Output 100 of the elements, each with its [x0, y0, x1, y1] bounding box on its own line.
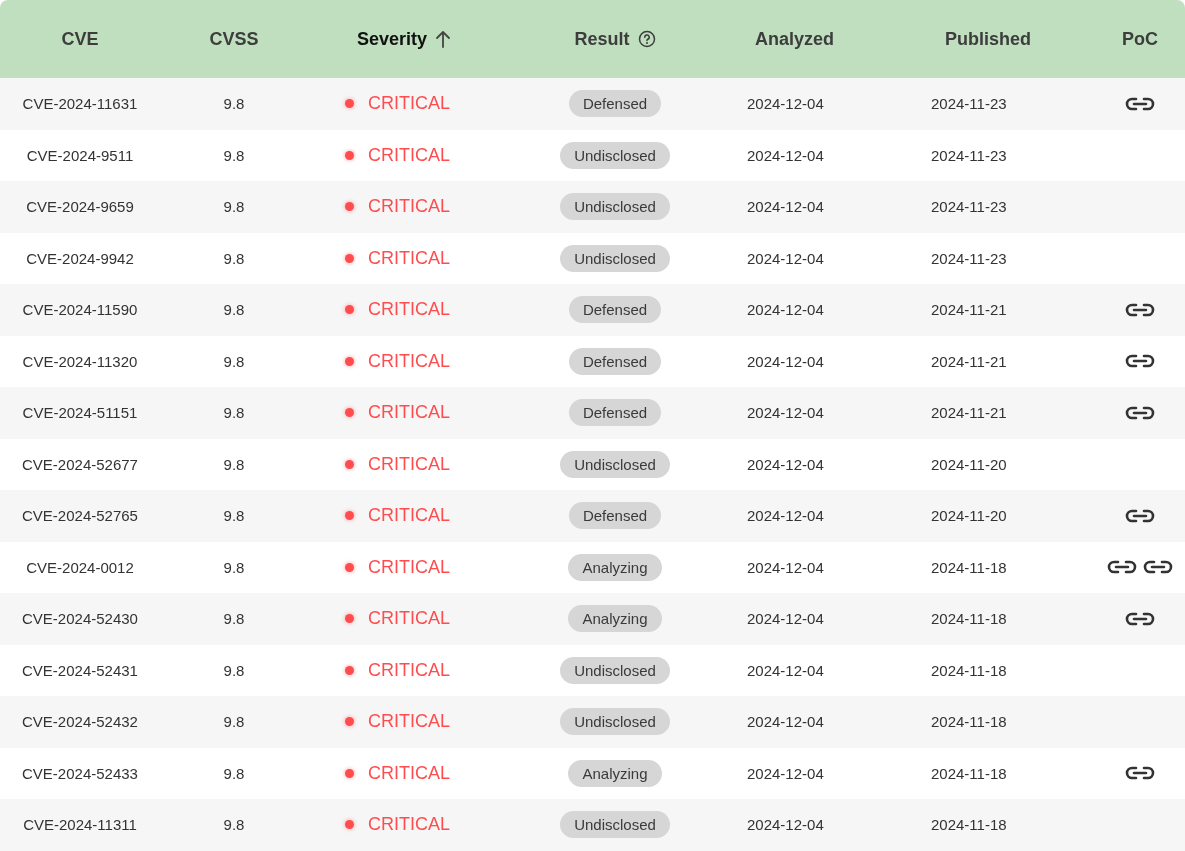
published-date: 2024-11-23: [931, 249, 1007, 267]
cve-id: CVE-2024-9659: [26, 198, 134, 216]
analyzed-date: 2024-12-04: [747, 713, 824, 731]
published-date: 2024-11-23: [931, 146, 1007, 164]
cvss-score: 9.8: [223, 198, 245, 216]
link-icon[interactable]: [1124, 610, 1156, 627]
severity-label: CRITICAL: [368, 453, 450, 475]
severity-dot: [345, 511, 354, 521]
result-tag: Undisclosed: [560, 656, 670, 684]
severity-dot: [345, 717, 354, 727]
cvss-score: 9.8: [223, 507, 245, 525]
column-header[interactable]: Analyzed: [755, 28, 835, 50]
link-icon[interactable]: [1124, 353, 1156, 370]
analyzed-date: 2024-12-04: [747, 352, 824, 370]
result-tag: Undisclosed: [560, 193, 670, 221]
severity-dot: [345, 820, 354, 830]
severity-label: CRITICAL: [368, 659, 450, 681]
result-tag: Defensed: [568, 399, 662, 427]
analyzed-date: 2024-12-04: [747, 455, 824, 473]
result-tag: Defensed: [568, 502, 662, 530]
sort-arrow-icon[interactable]: [435, 30, 452, 48]
severity-label: CRITICAL: [368, 196, 450, 218]
severity-dot: [345, 768, 354, 778]
cve-id: CVE-2024-52433: [22, 764, 138, 782]
link-icon[interactable]: [1124, 404, 1156, 421]
severity-label: CRITICAL: [368, 247, 450, 269]
result-tag: Defensed: [568, 90, 662, 118]
cve-id: CVE-2024-9511: [26, 146, 134, 164]
column-header[interactable]: Severity: [356, 28, 428, 50]
cve-id: CVE-2024-51151: [22, 404, 138, 422]
result-tag: Undisclosed: [560, 708, 670, 736]
severity-dot: [345, 150, 354, 160]
result-tag: Analyzing: [568, 605, 662, 633]
link-icon[interactable]: [1124, 507, 1156, 524]
result-tag: Undisclosed: [560, 141, 670, 169]
cvss-score: 9.8: [223, 816, 245, 834]
column-header[interactable]: PoC: [1122, 28, 1158, 50]
analyzed-date: 2024-12-04: [747, 610, 824, 628]
severity-label: CRITICAL: [368, 402, 450, 424]
link-icon[interactable]: [1124, 765, 1156, 782]
result-tag: Undisclosed: [560, 450, 670, 478]
analyzed-date: 2024-12-04: [747, 249, 824, 267]
cve-id: CVE-2024-11590: [22, 301, 138, 319]
cvss-score: 9.8: [223, 713, 245, 731]
cve-id: CVE-2024-52432: [22, 713, 138, 731]
severity-label: CRITICAL: [368, 93, 450, 115]
severity-label: CRITICAL: [368, 299, 450, 321]
cve-id: CVE-2024-11631: [22, 95, 138, 113]
severity-label: CRITICAL: [368, 814, 450, 836]
severity-dot: [345, 665, 354, 675]
severity-label: CRITICAL: [368, 711, 450, 733]
column-header[interactable]: Result: [574, 28, 630, 50]
cve-id: CVE-2024-11311: [23, 816, 137, 834]
cve-id: CVE-2024-52430: [22, 610, 138, 628]
analyzed-date: 2024-12-04: [747, 146, 824, 164]
published-date: 2024-11-20: [931, 455, 1007, 473]
result-tag: Analyzing: [568, 759, 662, 787]
analyzed-date: 2024-12-04: [747, 764, 824, 782]
cvss-score: 9.8: [223, 95, 245, 113]
published-date: 2024-11-18: [931, 713, 1007, 731]
published-date: 2024-11-23: [931, 198, 1007, 216]
link-icon[interactable]: [1124, 301, 1156, 318]
analyzed-date: 2024-12-04: [747, 95, 824, 113]
link-icon[interactable]: [1106, 559, 1138, 576]
analyzed-date: 2024-12-04: [747, 507, 824, 525]
cvss-score: 9.8: [223, 249, 245, 267]
severity-dot: [345, 459, 354, 469]
analyzed-date: 2024-12-04: [747, 301, 824, 319]
link-icon[interactable]: [1124, 95, 1156, 112]
severity-dot: [345, 202, 354, 212]
result-tag: Analyzing: [568, 553, 662, 581]
column-header[interactable]: CVE: [61, 28, 99, 50]
severity-label: CRITICAL: [368, 350, 450, 372]
result-tag: Defensed: [568, 347, 662, 375]
result-tag: Defensed: [568, 296, 662, 324]
published-date: 2024-11-21: [931, 352, 1007, 370]
severity-label: CRITICAL: [368, 556, 450, 578]
published-date: 2024-11-18: [931, 816, 1007, 834]
column-header[interactable]: Published: [945, 28, 1031, 50]
column-header[interactable]: CVSS: [209, 28, 259, 50]
cvss-score: 9.8: [223, 404, 245, 422]
link-icon[interactable]: [1142, 559, 1174, 576]
published-date: 2024-11-23: [931, 95, 1007, 113]
severity-dot: [345, 305, 354, 315]
cvss-score: 9.8: [223, 610, 245, 628]
published-date: 2024-11-21: [931, 404, 1007, 422]
cve-id: CVE-2024-9942: [26, 249, 134, 267]
severity-dot: [345, 253, 354, 263]
cve-id: CVE-2024-11320: [22, 352, 138, 370]
analyzed-date: 2024-12-04: [747, 404, 824, 422]
help-icon[interactable]: [637, 30, 656, 48]
severity-dot: [345, 562, 354, 572]
cve-id: CVE-2024-52431: [22, 661, 138, 679]
severity-dot: [345, 408, 354, 418]
severity-dot: [345, 99, 354, 109]
published-date: 2024-11-20: [931, 507, 1007, 525]
result-tag: Undisclosed: [560, 811, 670, 839]
cvss-score: 9.8: [223, 455, 245, 473]
severity-dot: [345, 614, 354, 624]
published-date: 2024-11-21: [931, 301, 1007, 319]
